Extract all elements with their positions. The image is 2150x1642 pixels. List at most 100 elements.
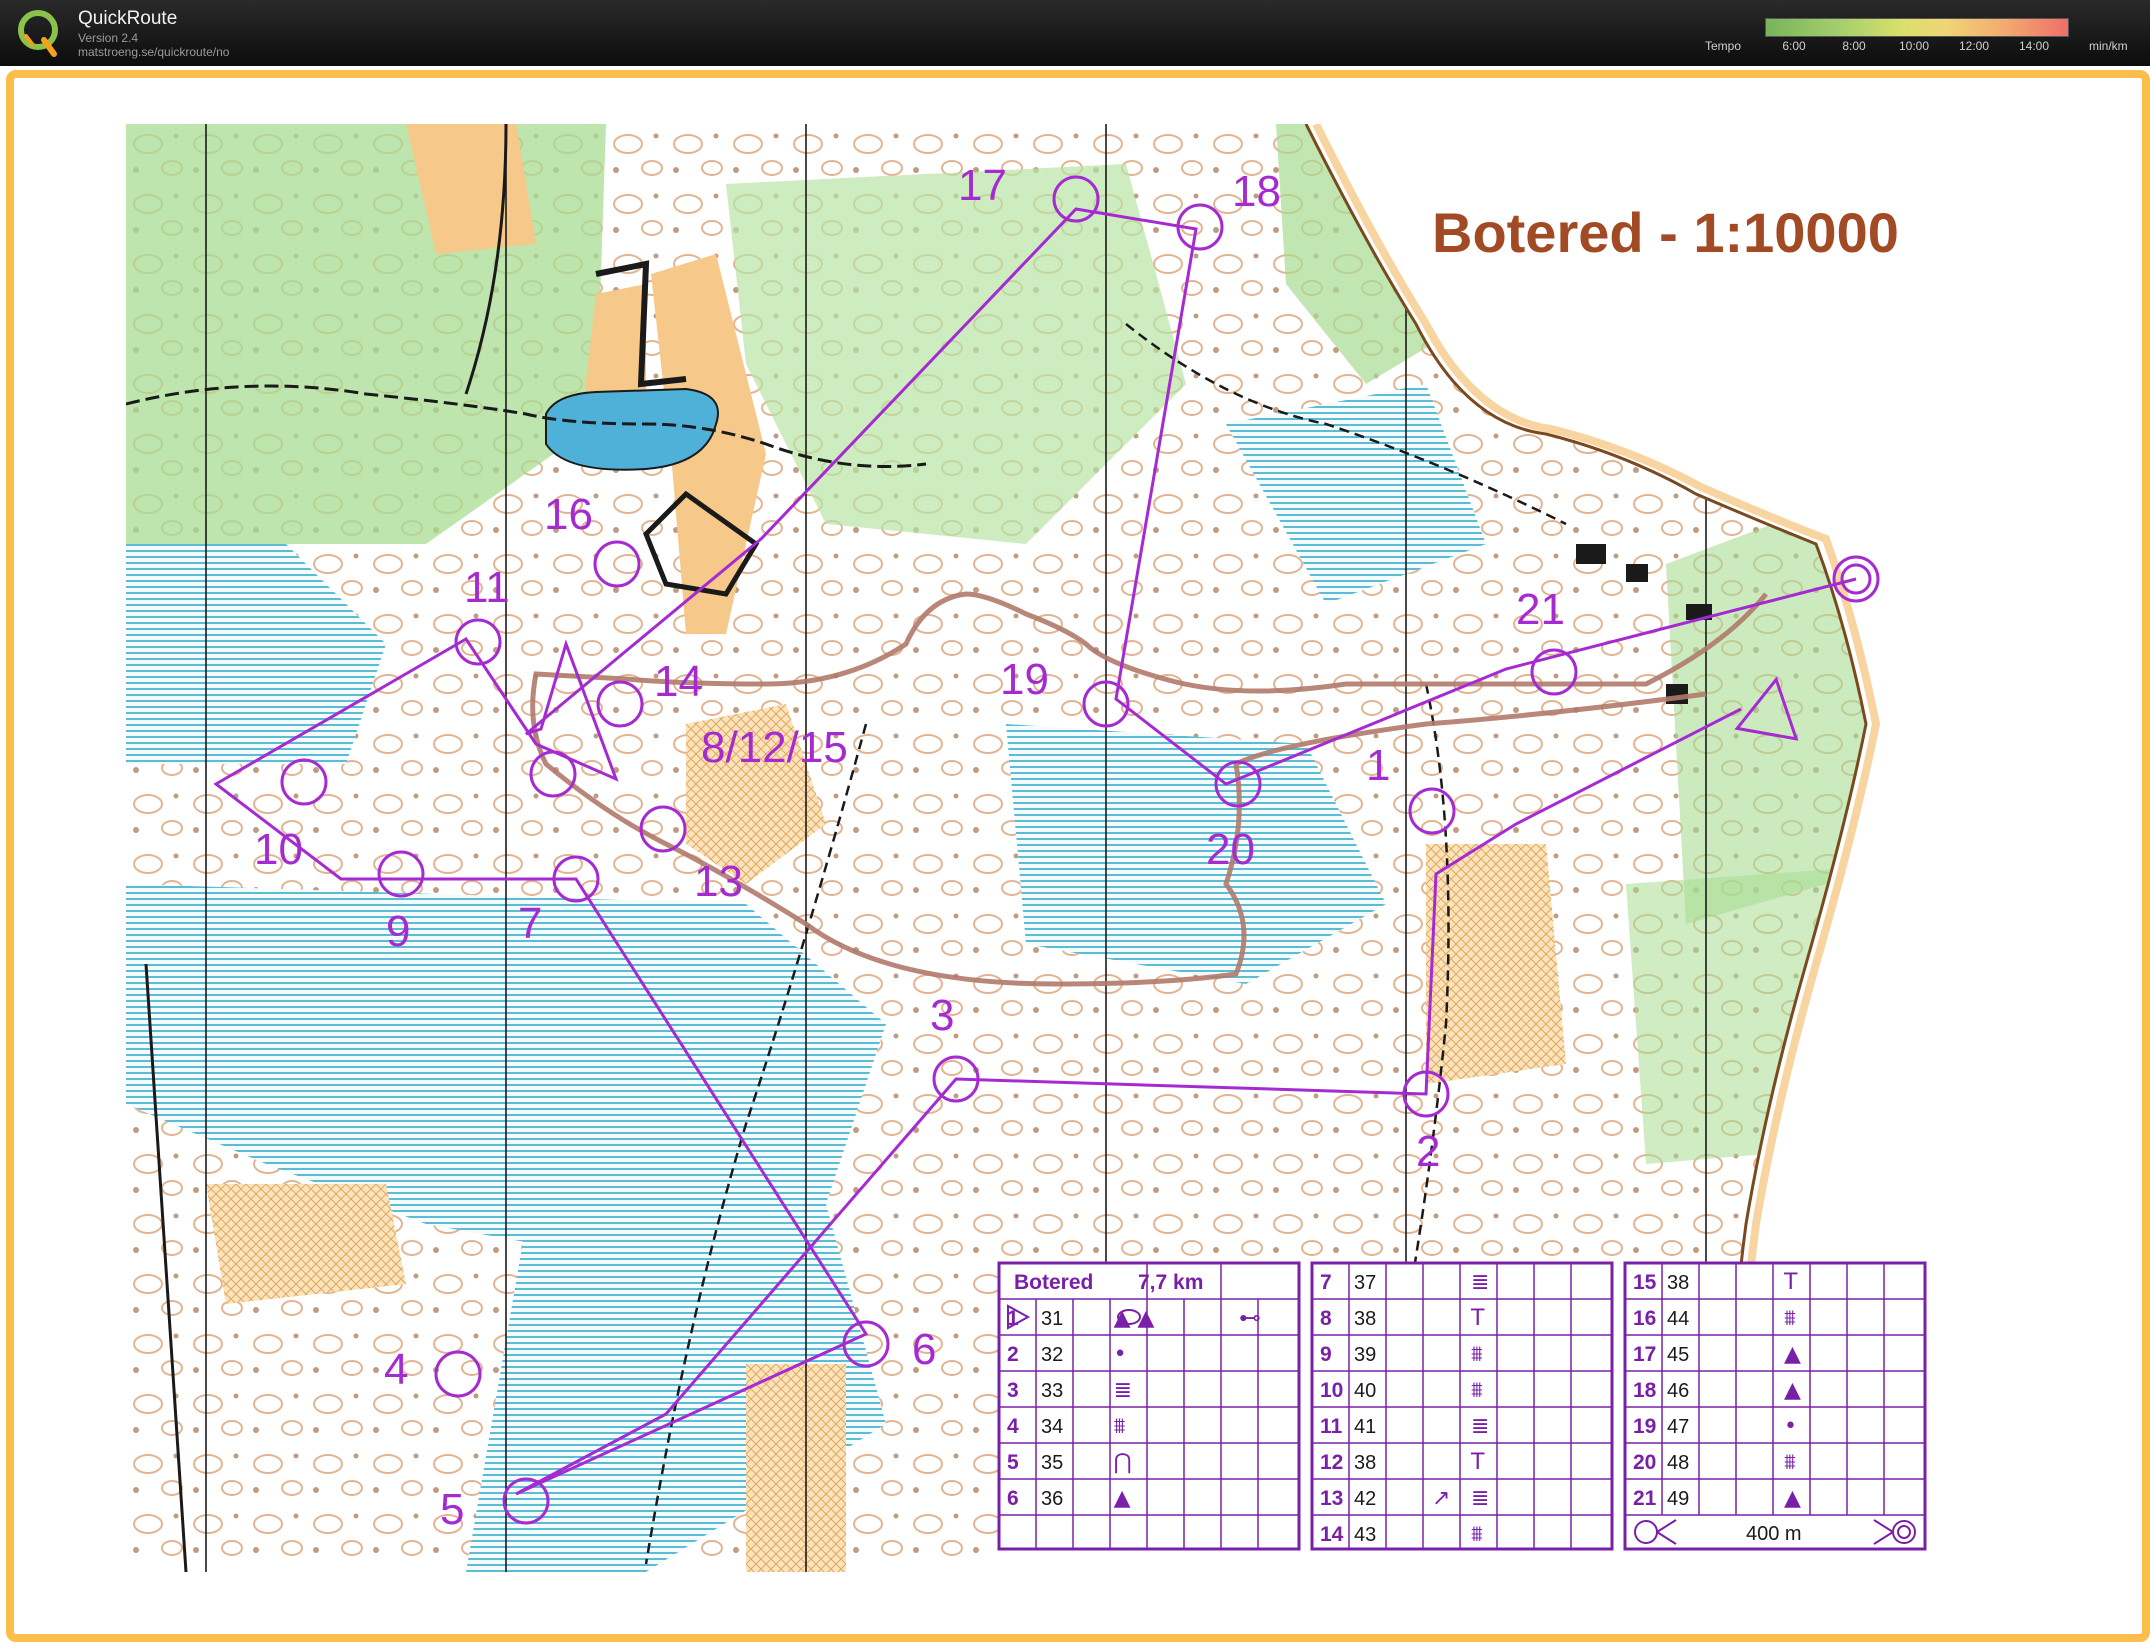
feature-symbol-icon: ≣ bbox=[1471, 1486, 1489, 1511]
tempo-tick: 10:00 bbox=[1898, 39, 1930, 53]
feature-symbol-icon: ≣ bbox=[1114, 1378, 1132, 1403]
feature-symbol-icon: ⋂ bbox=[1114, 1450, 1132, 1475]
control-code: 42 bbox=[1354, 1488, 1376, 1510]
control-number: 18 bbox=[1633, 1379, 1657, 1402]
control-code: 48 bbox=[1667, 1452, 1689, 1474]
control-number: 11 bbox=[1320, 1415, 1343, 1438]
control-code: 33 bbox=[1041, 1380, 1063, 1402]
feature-symbol-icon: • bbox=[1114, 1342, 1127, 1367]
tempo-tick: 12:00 bbox=[1958, 39, 1990, 53]
control-code: 36 bbox=[1041, 1488, 1063, 1510]
control-label: 19 bbox=[1000, 655, 1049, 704]
feature-symbol-icon: ⩩ bbox=[1784, 1450, 1796, 1475]
feature-symbol-icon: ▲ bbox=[1784, 1486, 1801, 1511]
tempo-tick: 6:00 bbox=[1782, 39, 1806, 53]
control-code: 38 bbox=[1354, 1452, 1376, 1474]
feature-symbol-icon: ▲ bbox=[1784, 1342, 1801, 1367]
course-length: 7,7 km bbox=[1138, 1271, 1203, 1294]
control-number: 20 bbox=[1633, 1451, 1656, 1474]
feature-symbol-icon: ▲ bbox=[1784, 1378, 1801, 1403]
quickroute-logo-icon bbox=[18, 10, 58, 57]
control-code: 34 bbox=[1041, 1416, 1063, 1438]
control-number: 12 bbox=[1320, 1451, 1343, 1474]
control-label: 3 bbox=[930, 991, 954, 1040]
control-code: 46 bbox=[1667, 1380, 1689, 1402]
tempo-label: Tempo bbox=[1705, 39, 1742, 53]
control-label: 17 bbox=[958, 161, 1007, 210]
control-number: 21 bbox=[1633, 1487, 1657, 1510]
feature-symbol-icon: T bbox=[1783, 1270, 1798, 1295]
control-code: 41 bbox=[1354, 1416, 1376, 1438]
control-code: 37 bbox=[1354, 1272, 1376, 1294]
control-code: 45 bbox=[1667, 1344, 1689, 1366]
map-title: Botered - 1:10000 bbox=[1432, 201, 1899, 264]
control-code: 44 bbox=[1667, 1308, 1689, 1330]
control-number: 5 bbox=[1007, 1451, 1019, 1474]
description-column-2: 7 37 ≣ 8 38 T 9 39 ⩩ 10 40 ⩩ 11 41 ≣ 12 38 T 13 42 ↗ ≣ 14 43 ⩩ bbox=[1310, 1261, 1614, 1551]
feature-symbol-icon: T bbox=[1470, 1306, 1485, 1331]
extra-symbol-icon: ⊷ bbox=[1239, 1306, 1261, 1331]
control-code: 39 bbox=[1354, 1344, 1376, 1366]
control-number: 13 bbox=[1320, 1487, 1343, 1510]
control-number: 7 bbox=[1320, 1271, 1332, 1294]
feature-symbol-icon: ⩩ bbox=[1114, 1414, 1126, 1439]
control-label: 14 bbox=[654, 657, 703, 706]
direction-symbol-icon: ↗ bbox=[1432, 1486, 1450, 1511]
app-version: Version 2.4 bbox=[78, 31, 139, 45]
description-column-1: Botered 7,7 km 1 31 ▲ ▲ ⊷2 32 •3 33 ≣4 34 ⩩5 35 ⋂6 3… bbox=[997, 1261, 1301, 1551]
control-code: 38 bbox=[1354, 1308, 1376, 1330]
event-name: Botered bbox=[1014, 1271, 1093, 1294]
feature-symbol-icon: T bbox=[1470, 1450, 1485, 1475]
control-number: 17 bbox=[1633, 1343, 1656, 1366]
control-label: 6 bbox=[912, 1325, 936, 1374]
control-number: 8 bbox=[1320, 1307, 1332, 1330]
feature-symbol-icon: ⩩ bbox=[1471, 1522, 1483, 1547]
control-number: 14 bbox=[1320, 1523, 1344, 1546]
control-number: 19 bbox=[1633, 1415, 1656, 1438]
control-number: 2 bbox=[1007, 1343, 1019, 1366]
control-number: 9 bbox=[1320, 1343, 1332, 1366]
control-label: 9 bbox=[386, 907, 410, 956]
control-code: 35 bbox=[1041, 1452, 1063, 1474]
control-number: 15 bbox=[1633, 1271, 1657, 1294]
tempo-tick: 8:00 bbox=[1842, 39, 1866, 53]
control-label: 13 bbox=[694, 857, 743, 906]
control-code: 40 bbox=[1354, 1380, 1376, 1402]
control-label: 2 bbox=[1416, 1127, 1440, 1176]
control-label: 5 bbox=[440, 1485, 464, 1534]
control-label: 20 bbox=[1206, 825, 1255, 874]
description-column-3: 15 38 T 16 44 ⩩ 17 45 ▲ 18 46 ▲ 19 47 • 20 48 ⩩ 21 49 ▲ 400 … bbox=[1623, 1261, 1927, 1551]
control-number: 16 bbox=[1633, 1307, 1656, 1330]
control-label: 21 bbox=[1516, 585, 1565, 634]
feature-symbol-icon: ⩩ bbox=[1471, 1342, 1483, 1367]
control-number: 1 bbox=[1007, 1307, 1019, 1330]
tempo-unit: min/km bbox=[2089, 39, 2128, 53]
feature-symbol-icon: ▲ bbox=[1114, 1486, 1131, 1511]
tempo-tick: 14:00 bbox=[2018, 39, 2050, 53]
feature-symbol-icon: ⩩ bbox=[1784, 1306, 1796, 1331]
feature-symbol-icon: ≣ bbox=[1471, 1270, 1489, 1295]
app-url: matstroeng.se/quickroute/no bbox=[78, 45, 230, 59]
control-label: 8/12/15 bbox=[701, 723, 848, 772]
control-code: 43 bbox=[1354, 1524, 1376, 1546]
control-code: 32 bbox=[1041, 1344, 1063, 1366]
control-code: 49 bbox=[1667, 1488, 1689, 1510]
finish-distance: 400 m bbox=[1746, 1523, 1802, 1545]
control-label: 1 bbox=[1366, 741, 1390, 790]
control-number: 6 bbox=[1007, 1487, 1019, 1510]
control-code: 31 bbox=[1041, 1308, 1063, 1330]
control-label: 7 bbox=[518, 899, 542, 948]
tempo-color-scale[interactable] bbox=[1765, 18, 2069, 37]
control-label: 4 bbox=[384, 1345, 408, 1394]
feature-symbol-icon: • bbox=[1784, 1414, 1797, 1439]
control-label: 18 bbox=[1232, 167, 1281, 216]
control-number: 3 bbox=[1007, 1379, 1019, 1402]
feature-symbol-icon: ▲ ▲ bbox=[1114, 1306, 1155, 1331]
control-description-sheet: Botered 7,7 km 1 31 ▲ ▲ ⊷2 32 •3 33 ≣4 34 ⩩5 35 ⋂6 3… bbox=[997, 1261, 1952, 1572]
control-number: 4 bbox=[1007, 1415, 1019, 1438]
control-code: 38 bbox=[1667, 1272, 1689, 1294]
tempo-ticks: 6:00 8:00 10:00 12:00 14:00 bbox=[1765, 39, 2067, 53]
feature-symbol-icon: ≣ bbox=[1471, 1414, 1489, 1439]
app-title: QuickRoute bbox=[78, 8, 178, 29]
orienteering-map[interactable]: 1 2 3 4 5 6 7 8/12/15 9 10 11 13 14 16 1… bbox=[126, 124, 1996, 1572]
